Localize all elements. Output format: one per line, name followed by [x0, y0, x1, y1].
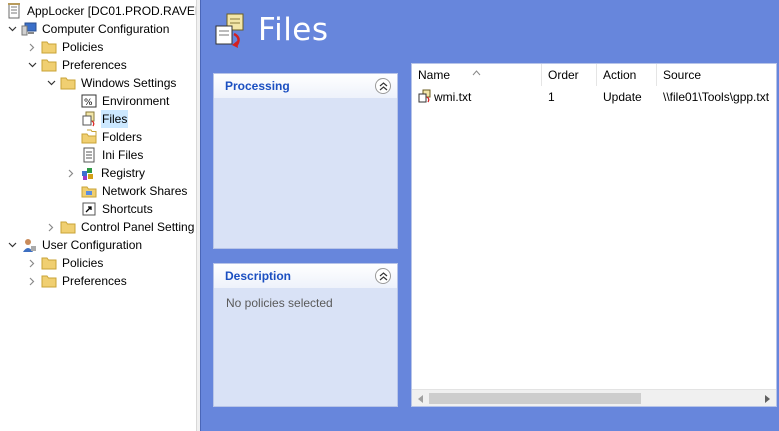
folder-icon [60, 75, 76, 91]
details-pane: Files Processing Description No policies… [200, 0, 779, 431]
tree-node-network-shares[interactable]: Network Shares [81, 182, 188, 200]
shortcuts-icon [81, 201, 97, 217]
list-header: Name Order Action Source [412, 64, 776, 86]
processing-panel-header[interactable]: Processing [214, 74, 397, 98]
tree-label: Network Shares [102, 184, 188, 198]
collapse-chevron-icon[interactable] [375, 268, 391, 284]
chevron-down-icon[interactable] [46, 74, 56, 92]
page-title: Files [258, 12, 329, 48]
column-header-action[interactable]: Action [597, 64, 657, 86]
folder-icon [41, 255, 57, 271]
folder-icon [41, 273, 57, 289]
tree-label: Preferences [62, 274, 127, 288]
ini-files-icon [81, 147, 97, 163]
description-panel: Description No policies selected [213, 263, 398, 407]
tree-node-shortcuts[interactable]: Shortcuts [81, 200, 154, 218]
tree-label: Folders [102, 130, 143, 144]
tree-label: Windows Settings [81, 76, 177, 90]
tree-label: AppLocker [DC01.PROD.RAVEN [27, 4, 196, 18]
chevron-right-icon[interactable] [27, 272, 37, 290]
sort-ascending-icon [472, 64, 481, 83]
tree-label: Policies [62, 256, 104, 270]
description-panel-header[interactable]: Description [214, 264, 397, 288]
tree-label: Environment [102, 94, 170, 108]
cell-order: 1 [548, 90, 555, 104]
processing-body [214, 98, 397, 114]
environment-icon: % [81, 93, 97, 109]
policy-document-icon [6, 3, 22, 19]
cell-source: \\file01\Tools\gpp.txt [663, 90, 770, 104]
tree-label: Files [101, 110, 129, 128]
file-item-icon [418, 89, 432, 103]
description-body: No policies selected [226, 296, 333, 310]
folder-icon [41, 39, 57, 55]
user-icon [21, 237, 37, 253]
tree-label: Policies [62, 40, 104, 54]
tree-node-user-configuration[interactable]: User Configuration [7, 236, 143, 254]
tree-node-user-preferences[interactable]: Preferences [27, 272, 128, 290]
computer-icon [21, 21, 37, 37]
tree-label: Preferences [62, 58, 127, 72]
tree-label: Shortcuts [102, 202, 153, 216]
tree-node-folders[interactable]: Folders [81, 128, 143, 146]
tree-node-registry[interactable]: Registry [66, 164, 146, 182]
tree-node-computer-configuration[interactable]: Computer Configuration [7, 20, 170, 38]
chevron-right-icon[interactable] [27, 254, 37, 272]
tree-node-applocker[interactable]: AppLocker [DC01.PROD.RAVEN [6, 2, 196, 20]
tree-node-windows-settings[interactable]: Windows Settings [46, 74, 177, 92]
description-title: Description [225, 269, 292, 283]
table-row[interactable]: wmi.txt 1 Update \\file01\Tools\gpp.txt [412, 87, 776, 107]
svg-text:%: % [84, 98, 93, 108]
tree-label: Computer Configuration [42, 22, 170, 36]
tree-label: Control Panel Setting [81, 220, 195, 234]
files-icon [81, 111, 97, 127]
tree-label: Ini Files [102, 148, 144, 162]
scroll-left-icon[interactable] [412, 390, 429, 406]
tree-node-environment[interactable]: % Environment [81, 92, 170, 110]
chevron-down-icon[interactable] [7, 20, 17, 38]
chevron-down-icon[interactable] [27, 56, 37, 74]
tree-label: Registry [101, 166, 146, 180]
collapse-chevron-icon[interactable] [375, 78, 391, 94]
tree-node-preferences[interactable]: Preferences [27, 56, 128, 74]
scroll-right-icon[interactable] [759, 390, 776, 406]
registry-icon [80, 165, 96, 181]
processing-panel: Processing [213, 73, 398, 249]
column-header-name[interactable]: Name [412, 64, 542, 86]
chevron-down-icon[interactable] [7, 236, 17, 254]
chevron-right-icon[interactable] [46, 218, 56, 236]
files-icon [210, 12, 250, 52]
column-header-order[interactable]: Order [542, 64, 597, 86]
tree-label: User Configuration [42, 238, 143, 252]
folder-icon [60, 219, 76, 235]
console-tree: AppLocker [DC01.PROD.RAVEN Computer Conf… [0, 0, 196, 431]
chevron-right-icon[interactable] [27, 38, 37, 56]
tree-node-user-policies[interactable]: Policies [27, 254, 104, 272]
horizontal-scrollbar[interactable] [412, 389, 776, 406]
cell-action: Update [603, 90, 642, 104]
chevron-right-icon[interactable] [66, 164, 76, 182]
tree-node-files[interactable]: Files [81, 110, 129, 128]
tree-node-ini-files[interactable]: Ini Files [81, 146, 144, 164]
network-shares-icon [81, 183, 97, 199]
scrollbar-thumb[interactable] [429, 393, 641, 404]
cell-name: wmi.txt [412, 87, 542, 107]
files-list: Name Order Action Source wmi.txt 1 Updat… [411, 63, 777, 407]
tree-node-control-panel-settings[interactable]: Control Panel Setting [46, 218, 195, 236]
column-header-source[interactable]: Source [657, 64, 776, 86]
tree-node-policies[interactable]: Policies [27, 38, 104, 56]
folder-icon [41, 57, 57, 73]
folders-icon [81, 129, 97, 145]
processing-title: Processing [225, 79, 290, 93]
